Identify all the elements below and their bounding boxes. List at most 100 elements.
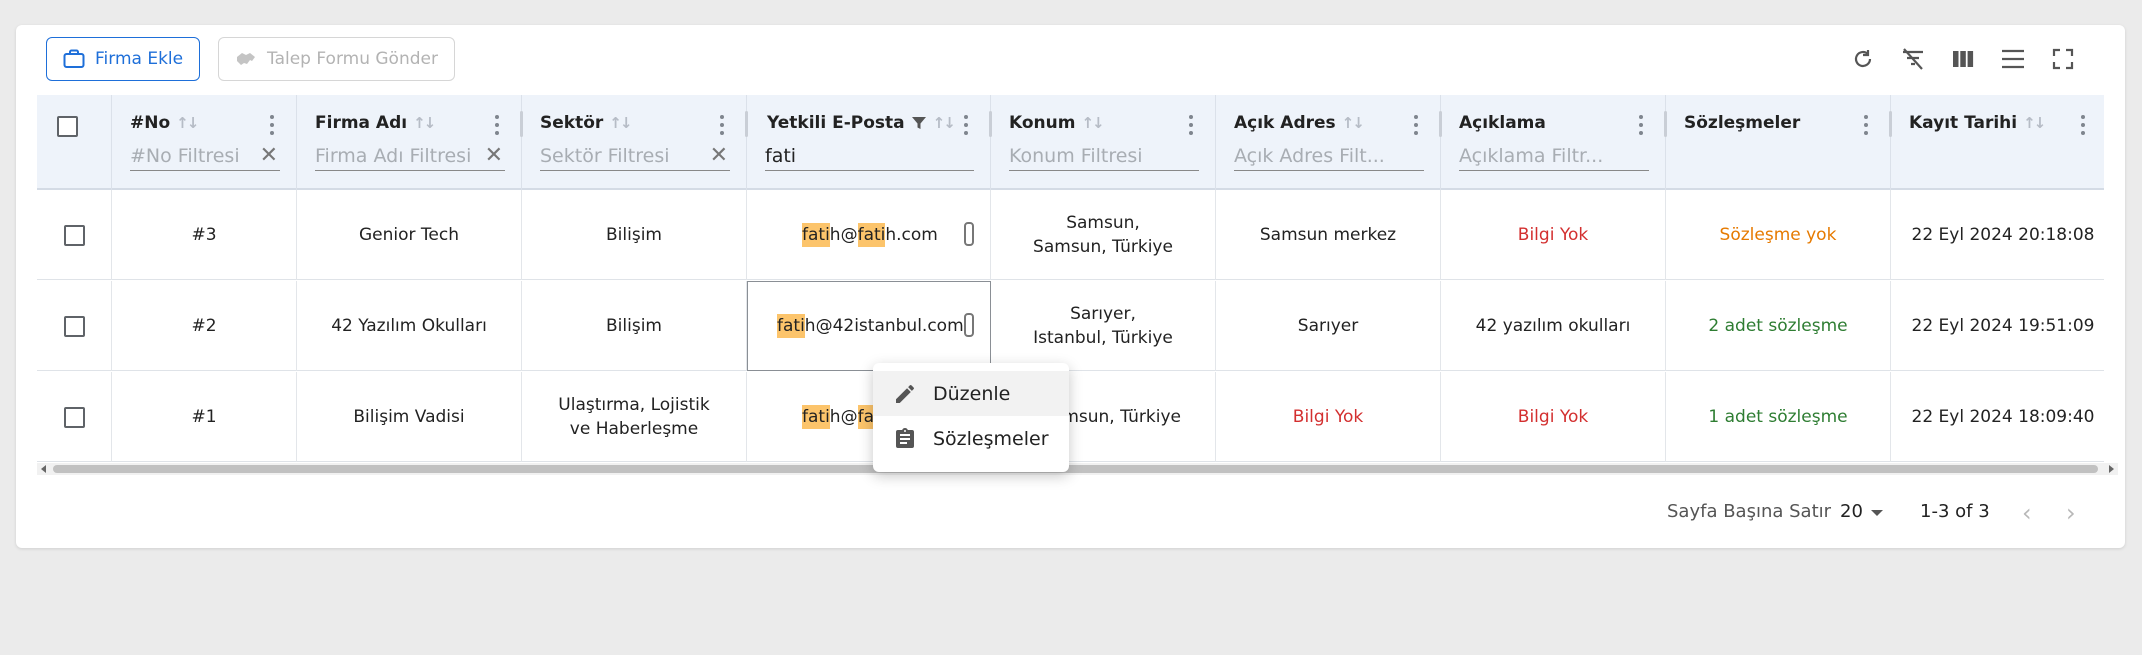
column-menu-icon[interactable] — [495, 113, 499, 137]
menu-item-edit[interactable]: Düzenle — [873, 371, 1069, 416]
sort-icon[interactable]: ↑↓ — [609, 114, 632, 132]
email-cell-selected[interactable]: fati h@42istanbul.com — [747, 281, 991, 371]
aciklama-filter-input[interactable]: Açıklama Filtr... — [1459, 141, 1649, 171]
pagination-range: 1-3 of 3 — [1920, 501, 1990, 522]
filter-active-icon[interactable] — [911, 115, 927, 131]
columns-icon[interactable] — [1949, 45, 1977, 73]
email-filter-value: fati — [765, 144, 797, 167]
clear-filter-icon[interactable]: ✕ — [260, 143, 278, 168]
no-filter-input[interactable]: #No Filtresi ✕ — [130, 141, 280, 171]
drag-handle-icon[interactable] — [964, 313, 974, 337]
sort-icon[interactable]: ↑↓ — [176, 114, 199, 132]
email-highlight: fati — [802, 405, 830, 429]
sektor-filter-input[interactable]: Sektör Filtresi ✕ — [540, 141, 730, 171]
table-row[interactable]: #1 Bilişim Vadisi Ulaştırma, Lojistik ve… — [37, 372, 2104, 462]
konum-filter-input[interactable]: Konum Filtresi — [1009, 141, 1199, 171]
email-highlight: fati — [777, 314, 805, 338]
column-menu-icon[interactable] — [1189, 113, 1193, 137]
table-header: #No ↑↓ #No Filtresi ✕ Firma Adı ↑↓ Firma Ad… — [37, 95, 2104, 190]
scrollbar-thumb[interactable] — [53, 465, 2098, 473]
no-filter-placeholder: #No Filtresi — [130, 144, 240, 167]
sozlesme-cell[interactable]: 1 adet sözleşme — [1666, 372, 1891, 462]
horizontal-scrollbar[interactable] — [37, 463, 2118, 475]
row-select-cell — [37, 372, 112, 462]
column-menu-icon[interactable] — [964, 113, 968, 137]
select-all-checkbox[interactable] — [57, 116, 78, 137]
table-row[interactable]: #2 42 Yazılım Okulları Bilişim fati h@42i… — [37, 281, 2104, 371]
next-page-icon[interactable]: › — [2066, 499, 2076, 527]
row-select-cell — [37, 281, 112, 371]
column-menu-icon[interactable] — [720, 113, 724, 137]
row-checkbox[interactable] — [63, 406, 85, 428]
column-menu-icon[interactable] — [1864, 113, 1868, 137]
header-aciklama: Açıklama Açıklama Filtr... — [1441, 95, 1667, 190]
sort-icon[interactable]: ↑↓ — [1342, 114, 1365, 132]
firma-cell: 42 Yazılım Okulları — [297, 281, 522, 371]
sort-icon[interactable]: ↑↓ — [933, 114, 956, 132]
row-checkbox[interactable] — [63, 315, 85, 337]
table-row[interactable]: #3 Genior Tech Bilişim fati h@ fati h.com S… — [37, 190, 2104, 280]
clear-filter-icon[interactable]: ✕ — [485, 143, 503, 168]
header-tarih: Kayıt Tarihi ↑↓ — [1891, 95, 2104, 190]
header-firma-title: Firma Adı — [315, 113, 408, 133]
fullscreen-icon[interactable] — [2049, 45, 2077, 73]
column-menu-icon[interactable] — [1414, 113, 1418, 137]
clear-filter-icon[interactable]: ✕ — [710, 143, 728, 168]
rows-per-page: Sayfa Başına Satır — [1667, 501, 1831, 522]
firma-cell: Genior Tech — [297, 190, 522, 280]
email-highlight: fati — [802, 223, 830, 247]
sort-icon[interactable]: ↑↓ — [1081, 114, 1104, 132]
no-cell: #3 — [112, 190, 297, 280]
email-filter-input[interactable]: fati — [765, 141, 974, 171]
rows-per-page-select[interactable]: 20 — [1840, 501, 1883, 522]
tarih-cell: 22 Eyl 2024 20:18:08 — [1891, 190, 2104, 280]
adres-filter-placeholder: Açık Adres Filt... — [1234, 144, 1385, 167]
sozlesme-cell[interactable]: Sözleşme yok — [1666, 190, 1891, 280]
add-company-button[interactable]: Firma Ekle — [46, 37, 201, 81]
menu-item-contracts[interactable]: Sözleşmeler — [873, 416, 1069, 461]
firma-filter-placeholder: Firma Adı Filtresi — [315, 144, 472, 167]
column-menu-icon[interactable] — [270, 113, 274, 137]
refresh-icon[interactable] — [1849, 45, 1877, 73]
pagination-range-label: 1-3 of 3 — [1920, 501, 1990, 522]
pencil-icon — [896, 384, 914, 403]
row-checkbox[interactable] — [63, 224, 85, 246]
send-request-form-button[interactable]: Talep Formu Gönder — [218, 37, 455, 81]
menu-item-contracts-label: Sözleşmeler — [933, 427, 1049, 450]
email-text: h.com — [885, 225, 938, 245]
column-menu-icon[interactable] — [2081, 113, 2085, 137]
email-text: h@42istanbul.com — [804, 316, 964, 336]
adres-filter-input[interactable]: Açık Adres Filt... — [1234, 141, 1424, 171]
header-aciklama-title: Açıklama — [1459, 113, 1546, 133]
header-firma: Firma Adı ↑↓ Firma Adı Filtresi ✕ — [297, 95, 523, 190]
email-cell[interactable]: fati h@ fati h.com — [747, 190, 991, 280]
header-konum: Konum ↑↓ Konum Filtresi — [991, 95, 1216, 190]
no-cell: #2 — [112, 281, 297, 371]
firma-filter-input[interactable]: Firma Adı Filtresi ✕ — [315, 141, 505, 171]
drag-handle-icon[interactable] — [964, 222, 974, 246]
density-icon[interactable] — [1999, 45, 2027, 73]
select-all-header — [37, 95, 112, 190]
rows-per-page-value: 20 — [1840, 501, 1863, 522]
column-menu-icon[interactable] — [1639, 113, 1643, 137]
clear-filter-icon[interactable] — [1899, 45, 1927, 73]
aciklama-cell: Bilgi Yok — [1441, 190, 1666, 280]
sort-icon[interactable]: ↑↓ — [413, 114, 436, 132]
email-highlight: fati — [857, 223, 886, 247]
previous-page-icon[interactable]: ‹ — [2022, 499, 2032, 527]
konum-cell: Sarıyer, Istanbul, Türkiye — [991, 281, 1216, 371]
sort-icon[interactable]: ↑↓ — [2023, 114, 2046, 132]
adres-cell: Samsun merkez — [1216, 190, 1441, 280]
send-request-form-label: Talep Formu Gönder — [267, 49, 438, 69]
header-adres: Açık Adres ↑↓ Açık Adres Filt... — [1216, 95, 1442, 190]
caret-down-icon — [1870, 509, 1883, 516]
row-select-cell — [37, 190, 112, 280]
tarih-cell: 22 Eyl 2024 19:51:09 — [1891, 281, 2104, 371]
scroll-right-arrow[interactable] — [2109, 465, 2114, 473]
handshake-icon — [237, 53, 255, 65]
scroll-left-arrow[interactable] — [41, 465, 46, 473]
header-email: Yetkili E-Posta ↑↓ fati — [747, 95, 992, 190]
sozlesme-cell[interactable]: 2 adet sözleşme — [1666, 281, 1891, 371]
no-cell: #1 — [112, 372, 297, 462]
header-sozlesmeler: Sözleşmeler — [1666, 95, 1892, 190]
